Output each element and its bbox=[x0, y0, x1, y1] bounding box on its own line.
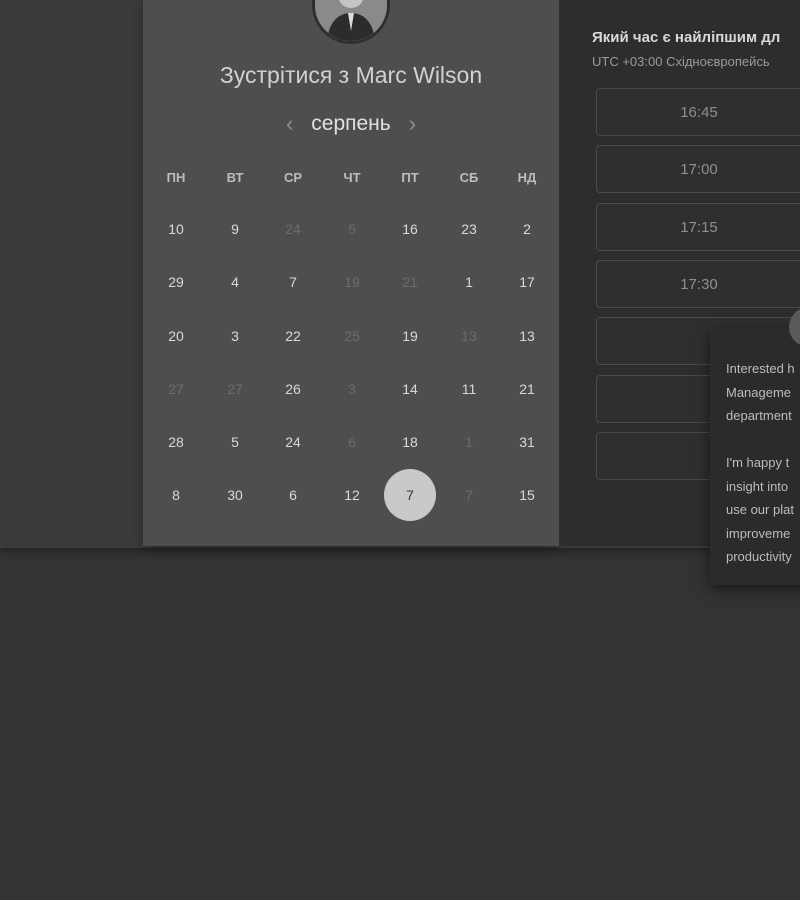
chat-message-line: Manageme bbox=[726, 384, 792, 400]
calendar-day[interactable]: 22 bbox=[267, 326, 319, 346]
time-slot-button[interactable]: 16:45 bbox=[596, 88, 800, 136]
weekday-label: ПН bbox=[166, 170, 186, 185]
calendar-day[interactable]: 30 bbox=[209, 485, 261, 505]
time-slot-button[interactable]: 17:15 bbox=[596, 202, 800, 251]
calendar-day: 25 bbox=[344, 328, 360, 344]
calendar-day[interactable]: 21 bbox=[501, 379, 553, 399]
calendar-day[interactable]: 4 bbox=[209, 272, 261, 292]
calendar-day[interactable]: 24 bbox=[267, 432, 319, 452]
calendar-day[interactable]: 13 bbox=[501, 326, 553, 346]
calendar-day: 1 bbox=[465, 434, 473, 450]
calendar-day[interactable]: 2 bbox=[501, 219, 553, 239]
calendar-day: 27 bbox=[168, 381, 184, 397]
time-question-heading: Який час є найліпшим дл bbox=[592, 29, 781, 46]
chat-message-line: improveme bbox=[726, 525, 791, 541]
calendar-day[interactable]: 26 bbox=[267, 379, 319, 399]
calendar-day[interactable]: 6 bbox=[267, 485, 319, 505]
calendar-day[interactable]: 17 bbox=[501, 272, 553, 292]
calendar-day[interactable]: 1 bbox=[443, 272, 495, 292]
calendar-day: 27 bbox=[227, 381, 243, 397]
chevron-left-icon[interactable]: ‹ bbox=[286, 113, 293, 135]
calendar-day[interactable]: 20 bbox=[150, 326, 202, 346]
calendar-day[interactable]: 7 bbox=[267, 272, 319, 292]
calendar-day: 7 bbox=[465, 487, 473, 503]
weekday-label: ПТ bbox=[401, 170, 419, 185]
calendar-day: 21 bbox=[402, 274, 418, 290]
chat-message-line: productivity bbox=[726, 549, 792, 564]
calendar-day[interactable]: 16 bbox=[384, 219, 436, 239]
calendar-day[interactable]: 29 bbox=[150, 272, 202, 292]
timezone-label: UTC +03:00 Східноєвропейсь bbox=[592, 54, 770, 69]
calendar-day[interactable]: 28 bbox=[150, 432, 202, 452]
time-slot-label: 17:00 bbox=[680, 161, 718, 179]
time-slot-label: 16:45 bbox=[680, 104, 718, 121]
calendar-day: 5 bbox=[348, 221, 356, 237]
weekday-label: ЧТ bbox=[343, 170, 361, 185]
calendar-day: 6 bbox=[348, 434, 356, 450]
calendar-day[interactable]: 5 bbox=[209, 432, 261, 452]
calendar-day[interactable]: 18 bbox=[384, 432, 436, 452]
calendar-day[interactable]: 15 bbox=[501, 485, 553, 505]
chat-message-line: department bbox=[726, 408, 792, 423]
calendar-day: 3 bbox=[348, 381, 356, 397]
calendar-day: 13 bbox=[461, 328, 477, 344]
calendar-day[interactable]: 31 bbox=[501, 432, 553, 452]
weekday-label: ВТ bbox=[226, 170, 244, 185]
chat-message-line: use our plat bbox=[726, 502, 794, 517]
time-slot-label: 17:15 bbox=[680, 218, 718, 236]
calendar-day[interactable]: 3 bbox=[209, 326, 261, 346]
calendar-day-selected[interactable]: 7 bbox=[384, 469, 436, 521]
chevron-right-icon[interactable]: › bbox=[409, 113, 416, 135]
calendar-day: 24 bbox=[285, 221, 301, 237]
month-navigator: ‹ серпень › bbox=[143, 108, 559, 140]
calendar-day[interactable]: 8 bbox=[150, 485, 202, 505]
calendar-day[interactable]: 11 bbox=[443, 379, 495, 399]
time-slot-label: 17:30 bbox=[680, 275, 718, 293]
calendar-day[interactable]: 14 bbox=[384, 379, 436, 399]
calendar-day[interactable]: 23 bbox=[443, 219, 495, 239]
calendar-day[interactable]: 10 bbox=[150, 219, 202, 239]
chat-message-line: I'm happy t bbox=[726, 455, 790, 470]
weekday-label: СР bbox=[283, 170, 303, 185]
calendar-day[interactable]: 9 bbox=[209, 219, 261, 239]
chat-message-line: insight into bbox=[726, 478, 789, 494]
time-slot-button[interactable]: 17:00 bbox=[596, 145, 800, 194]
chat-message-line: Interested h bbox=[726, 361, 795, 376]
month-label: серпень bbox=[311, 112, 391, 135]
calendar-day[interactable]: 19 bbox=[384, 326, 436, 346]
calendar-day: 19 bbox=[344, 274, 360, 290]
meeting-title: Зустрітися з Marc Wilson bbox=[219, 62, 483, 88]
calendar-day[interactable]: 12 bbox=[326, 485, 378, 505]
weekday-label: СБ bbox=[459, 170, 479, 185]
chat-popup: Interested h Manageme department I'm happy … bbox=[710, 329, 800, 585]
time-slot-button[interactable]: 17:30 bbox=[596, 259, 800, 308]
weekday-label: НД bbox=[517, 170, 537, 185]
